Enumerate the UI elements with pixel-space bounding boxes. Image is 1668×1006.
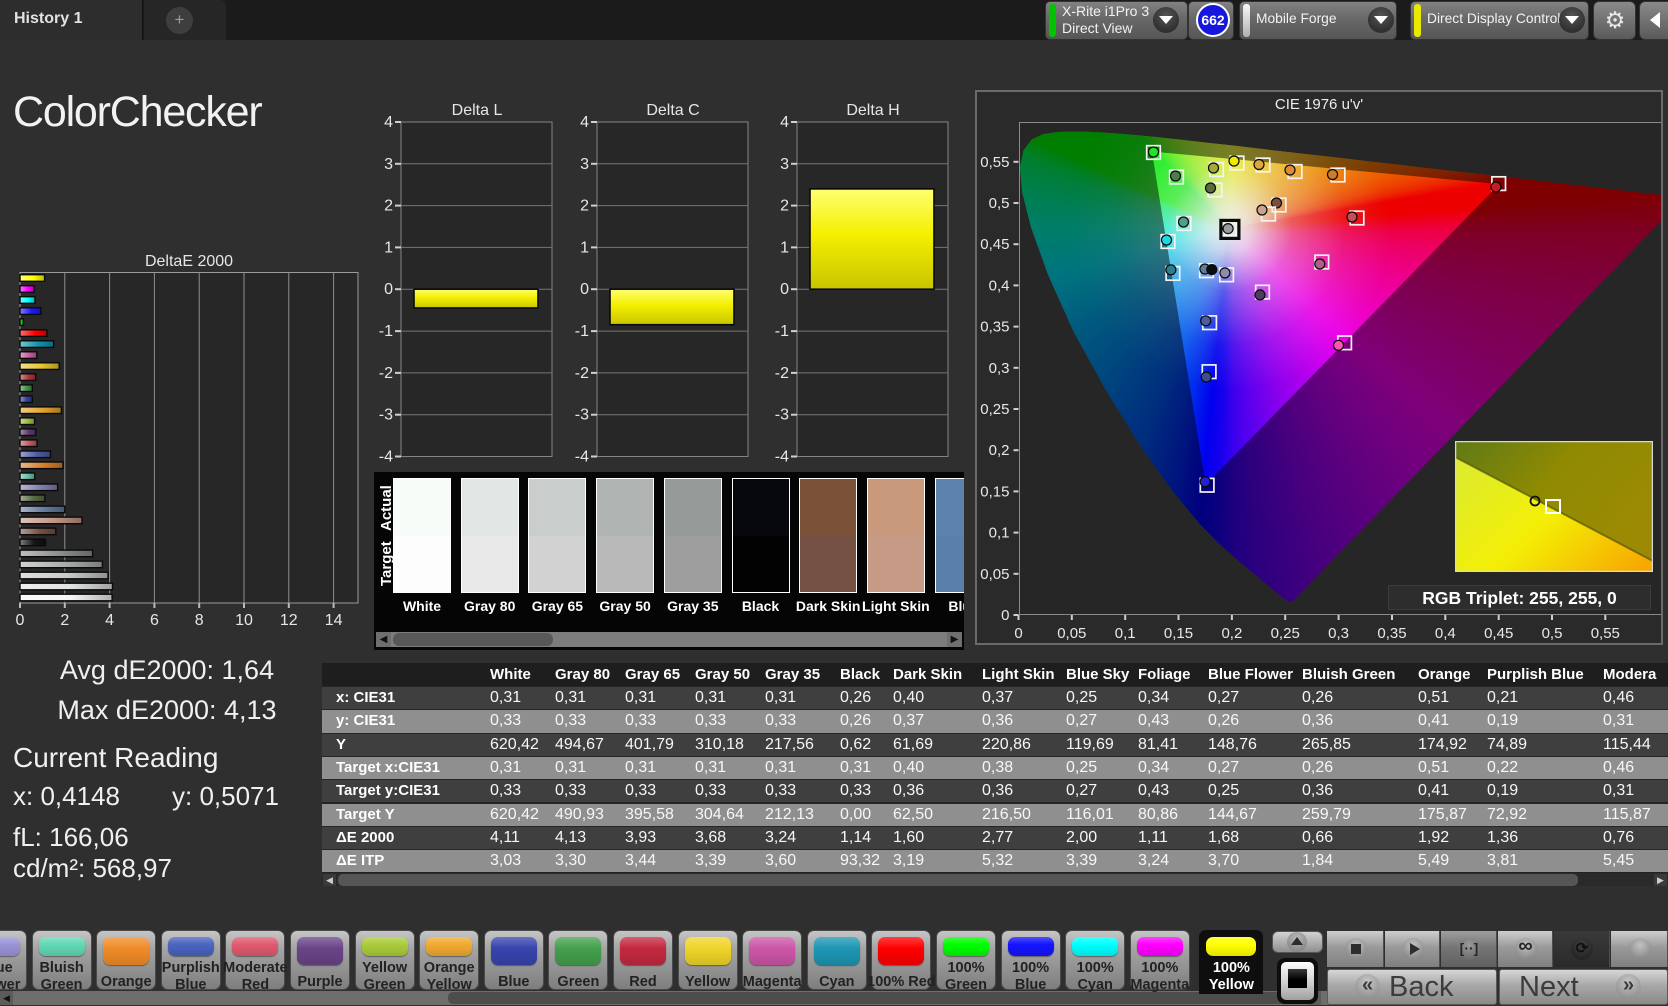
svg-text:4: 4	[105, 612, 114, 629]
svg-text:2: 2	[580, 198, 589, 215]
svg-text:3: 3	[780, 156, 789, 173]
svg-text:2: 2	[60, 612, 69, 629]
svg-text:-3: -3	[575, 407, 589, 424]
svg-text:Delta H: Delta H	[846, 102, 899, 119]
svg-text:3: 3	[384, 156, 393, 173]
svg-text:10: 10	[235, 612, 253, 629]
svg-text:3: 3	[580, 156, 589, 173]
svg-text:8: 8	[195, 612, 204, 629]
svg-text:-4: -4	[379, 449, 393, 466]
svg-text:-3: -3	[379, 407, 393, 424]
svg-text:2: 2	[384, 198, 393, 215]
svg-text:4: 4	[384, 114, 393, 131]
svg-text:-2: -2	[775, 365, 789, 382]
svg-text:1: 1	[384, 239, 393, 256]
svg-text:4: 4	[580, 114, 589, 131]
svg-text:DeltaE 2000: DeltaE 2000	[145, 253, 233, 270]
svg-text:12: 12	[280, 612, 298, 629]
svg-text:Delta C: Delta C	[646, 102, 699, 119]
svg-text:-1: -1	[575, 323, 589, 340]
svg-text:0: 0	[780, 281, 789, 298]
svg-text:0: 0	[16, 612, 25, 629]
svg-text:0: 0	[580, 281, 589, 298]
svg-text:-4: -4	[575, 449, 589, 466]
svg-text:-3: -3	[775, 407, 789, 424]
svg-text:-2: -2	[379, 365, 393, 382]
svg-text:-1: -1	[379, 323, 393, 340]
svg-text:1: 1	[580, 239, 589, 256]
svg-text:2: 2	[780, 198, 789, 215]
svg-text:0: 0	[384, 281, 393, 298]
svg-text:6: 6	[150, 612, 159, 629]
svg-text:4: 4	[780, 114, 789, 131]
svg-text:-4: -4	[775, 449, 789, 466]
svg-text:-2: -2	[575, 365, 589, 382]
svg-text:-1: -1	[775, 323, 789, 340]
svg-text:1: 1	[780, 239, 789, 256]
svg-text:Delta L: Delta L	[452, 102, 503, 119]
svg-text:14: 14	[325, 612, 343, 629]
